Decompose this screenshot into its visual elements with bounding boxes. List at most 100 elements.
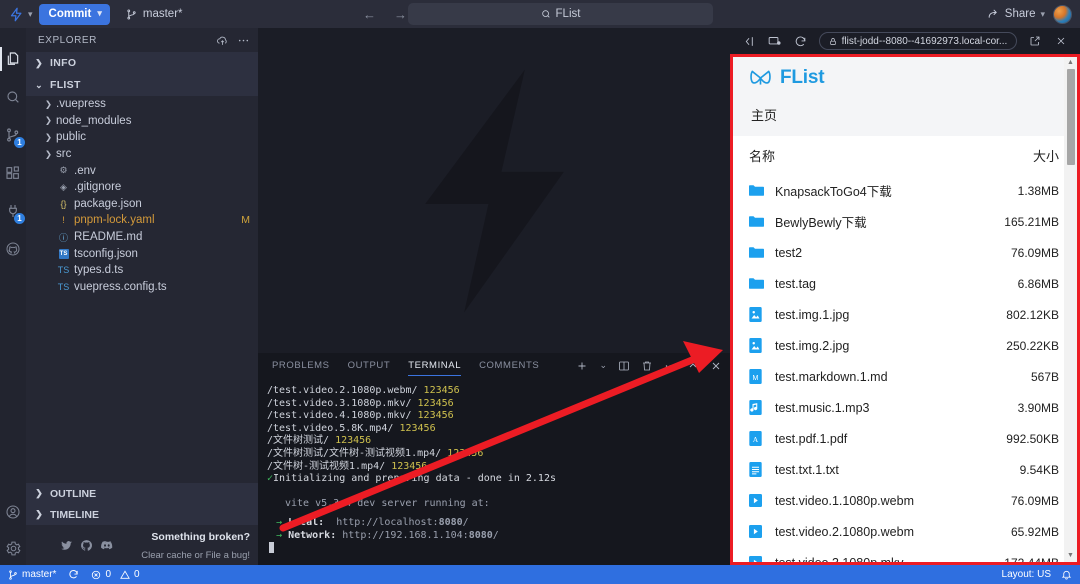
branch-indicator[interactable]: master*: [126, 8, 183, 20]
text-file-icon: [749, 462, 775, 477]
command-center-input[interactable]: FList: [408, 3, 713, 25]
trash-icon[interactable]: [641, 360, 653, 372]
status-branch[interactable]: master*: [8, 569, 56, 580]
scrollbar-thumb[interactable]: [1067, 69, 1075, 165]
close-icon[interactable]: [1048, 28, 1074, 54]
file-name: test2: [775, 246, 1011, 260]
activity-item-explorer[interactable]: [0, 40, 26, 78]
list-item[interactable]: test.video.2.1080p.webm65.92MB: [733, 516, 1077, 547]
editor-area: PROBLEMS OUTPUT TERMINAL COMMENTS ⌄: [258, 28, 730, 565]
tab-terminal[interactable]: TERMINAL: [408, 353, 461, 378]
sidebar-section-info[interactable]: ❯ INFO: [26, 52, 258, 74]
status-sync[interactable]: [68, 569, 79, 580]
status-layout[interactable]: Layout: US: [1002, 569, 1051, 580]
video-file-icon: [749, 494, 775, 507]
activity-item-search[interactable]: [0, 78, 26, 116]
commit-button-label: Commit: [49, 8, 92, 20]
reload-icon[interactable]: [788, 28, 814, 54]
more-icon[interactable]: [664, 360, 676, 372]
tree-item-vuepress-config[interactable]: TSvuepress.config.ts: [26, 279, 258, 296]
file-size: 65.92MB: [1011, 525, 1059, 539]
tree-item-tsconfig[interactable]: TStsconfig.json: [26, 245, 258, 262]
more-icon[interactable]: [237, 34, 250, 47]
device-toggle-icon[interactable]: [762, 28, 788, 54]
server-url[interactable]: http://localhost:: [336, 517, 438, 528]
list-item[interactable]: test.tag6.86MB: [733, 268, 1077, 299]
scroll-down-icon[interactable]: ▼: [1067, 552, 1074, 560]
open-in-sidebar-icon[interactable]: [736, 28, 762, 54]
activity-item-source-control[interactable]: 1: [0, 116, 26, 154]
commit-button[interactable]: Commit ▾: [39, 4, 110, 25]
cloud-upload-icon[interactable]: [216, 34, 229, 47]
split-terminal-icon[interactable]: [618, 360, 630, 372]
preview-url-bar[interactable]: flist-jodd--8080--41692973.local-cor...: [819, 32, 1018, 50]
file-size: 76.09MB: [1011, 246, 1059, 260]
add-terminal-icon[interactable]: [576, 360, 588, 372]
list-item[interactable]: KnapsackToGo4下载1.38MB: [733, 175, 1077, 206]
bottom-panel: PROBLEMS OUTPUT TERMINAL COMMENTS ⌄: [258, 353, 730, 565]
scroll-up-icon[interactable]: ▲: [1067, 59, 1074, 67]
avatar[interactable]: [1053, 5, 1072, 24]
tree-item-env[interactable]: ⚙.env: [26, 162, 258, 179]
open-external-icon[interactable]: [1022, 28, 1048, 54]
sidebar-section-timeline[interactable]: ❯ TIMELINE: [26, 504, 258, 525]
tree-item-types-dts[interactable]: TStypes.d.ts: [26, 262, 258, 279]
activity-item-settings[interactable]: [0, 531, 26, 565]
tree-item-package-json[interactable]: {}package.json: [26, 196, 258, 213]
sidebar-section-outline[interactable]: ❯ OUTLINE: [26, 483, 258, 504]
chevron-down-icon[interactable]: ⌄: [599, 361, 607, 370]
tree-item-src[interactable]: ❯src: [26, 146, 258, 163]
bolt-dropdown-chevron-icon[interactable]: ▾: [28, 10, 33, 19]
activity-item-accounts[interactable]: [0, 493, 26, 531]
discord-icon[interactable]: [100, 538, 114, 552]
tab-problems[interactable]: PROBLEMS: [272, 353, 330, 378]
tree-item-public[interactable]: ❯public: [26, 129, 258, 146]
terminal-vite-line: vite v5.3.4 dev server running at:: [267, 498, 730, 511]
sidebar-section-flist[interactable]: ⌄ FLIST: [26, 74, 258, 96]
file-size: 172.44MB: [1004, 556, 1059, 563]
chevron-down-icon[interactable]: ▾: [1040, 10, 1045, 19]
activity-item-github[interactable]: [0, 230, 26, 268]
broken-subtitle: Clear cache or File a bug!: [141, 550, 250, 561]
list-item[interactable]: test.img.1.jpg802.12KB: [733, 299, 1077, 330]
twitter-icon[interactable]: [60, 539, 73, 552]
gear-icon: [5, 540, 22, 557]
status-problems[interactable]: 0 0: [91, 569, 139, 580]
tree-item-vuepress[interactable]: ❯.vuepress: [26, 96, 258, 113]
github-icon[interactable]: [80, 539, 93, 552]
breadcrumb[interactable]: 主页: [749, 89, 1061, 136]
list-item[interactable]: test.img.2.jpg250.22KB: [733, 330, 1077, 361]
terminal-output[interactable]: /test.video.2.1080p.webm/ 123456 /test.v…: [258, 378, 730, 565]
tab-comments[interactable]: COMMENTS: [479, 353, 539, 378]
preview-scrollbar[interactable]: ▲ ▼: [1064, 57, 1077, 562]
list-item[interactable]: Atest.pdf.1.pdf992.50KB: [733, 423, 1077, 454]
close-icon[interactable]: [710, 360, 722, 372]
tree-item-readme[interactable]: ⓘREADME.md: [26, 229, 258, 246]
activity-item-extensions[interactable]: [0, 154, 26, 192]
tree-item-node-modules[interactable]: ❯node_modules: [26, 113, 258, 130]
chevron-down-icon[interactable]: ▾: [97, 9, 102, 18]
github-icon: [5, 241, 21, 257]
back-button[interactable]: ←: [363, 7, 376, 22]
tree-item-pnpm-lock[interactable]: !pnpm-lock.yamlM: [26, 212, 258, 229]
tree-item-gitignore[interactable]: ◈.gitignore: [26, 179, 258, 196]
video-file-icon: [749, 525, 775, 538]
tab-output[interactable]: OUTPUT: [348, 353, 391, 378]
list-item[interactable]: test.txt.1.txt9.54KB: [733, 454, 1077, 485]
server-url[interactable]: http://192.168.1.104:: [342, 530, 468, 541]
chevron-up-icon[interactable]: [687, 360, 699, 372]
site-brand[interactable]: FList: [749, 67, 1061, 89]
bell-icon[interactable]: [1061, 569, 1072, 580]
file-list[interactable]: KnapsackToGo4下载1.38MB BewlyBewly下载165.21…: [733, 175, 1077, 562]
yaml-icon: !: [56, 215, 71, 225]
list-item[interactable]: Mtest.markdown.1.md567B: [733, 361, 1077, 392]
list-item[interactable]: test.video.3.1080p.mkv172.44MB: [733, 547, 1077, 562]
forward-button[interactable]: →: [394, 7, 407, 22]
activity-item-remote[interactable]: 1: [0, 192, 26, 230]
list-item[interactable]: test.music.1.mp33.90MB: [733, 392, 1077, 423]
list-item[interactable]: test.video.1.1080p.webm76.09MB: [733, 485, 1077, 516]
terminal-number: 123456: [418, 398, 454, 409]
list-item[interactable]: BewlyBewly下载165.21MB: [733, 206, 1077, 237]
list-item[interactable]: test276.09MB: [733, 237, 1077, 268]
share-button[interactable]: Share ▾: [987, 8, 1045, 21]
